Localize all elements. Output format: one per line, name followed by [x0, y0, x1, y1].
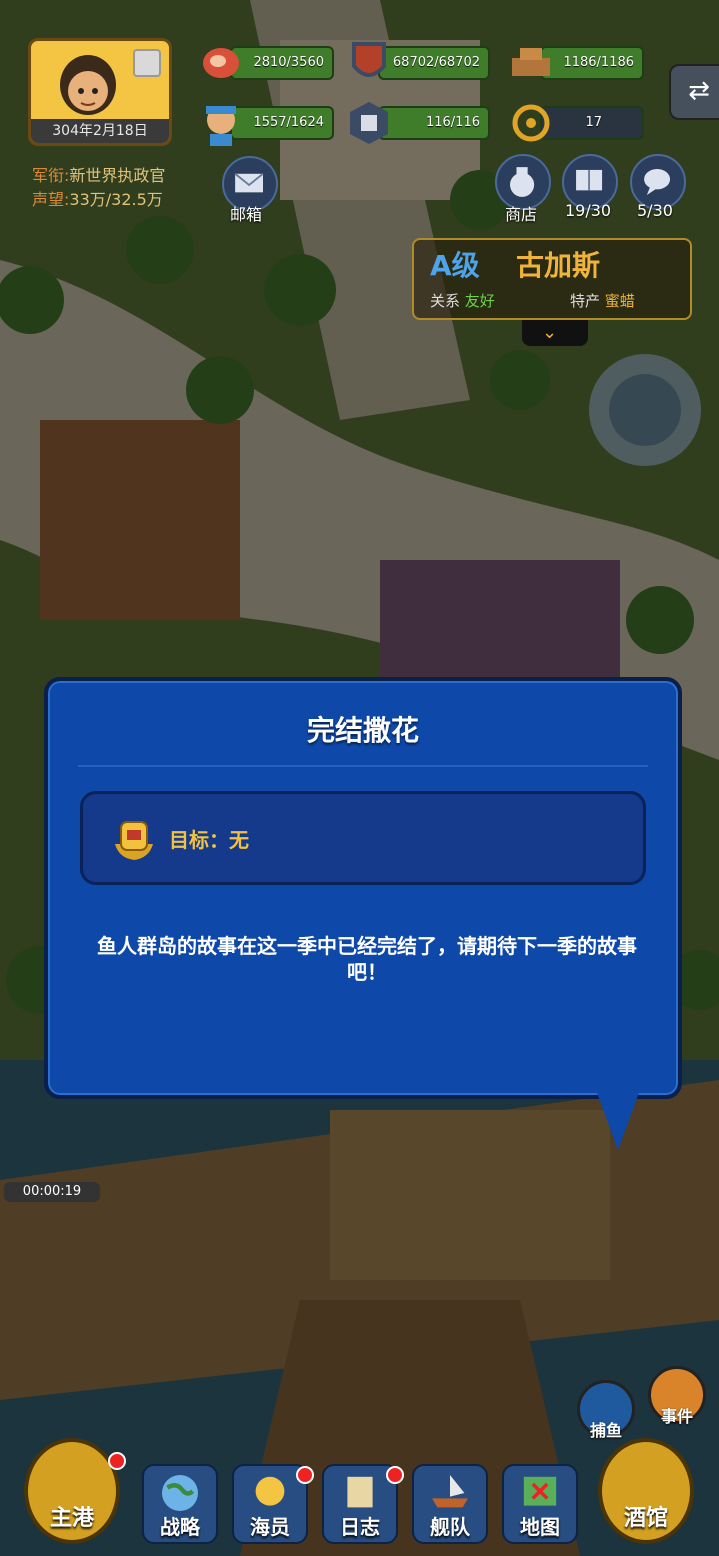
rank-line: 军衔:新世界执政官	[32, 162, 165, 186]
relation-value: 友好	[464, 292, 495, 310]
home-port-label: 主港	[49, 1506, 94, 1531]
tavern-label: 酒馆	[623, 1506, 668, 1531]
product-value: 蜜蜡	[604, 292, 635, 310]
fame-line: 声望:33万/32.5万	[32, 186, 163, 210]
shop-label: 商店	[505, 205, 538, 224]
power-value: 116/116	[425, 115, 480, 130]
events-button[interactable]: 事件	[648, 1366, 706, 1426]
meat-icon	[203, 48, 239, 78]
fame-label: 声望:	[32, 190, 70, 209]
game-date: 304年2月18日	[31, 119, 169, 143]
strategy-button[interactable]: 战略	[142, 1464, 218, 1544]
shield-resource[interactable]: 68702/68702	[352, 42, 490, 80]
chevron-down-icon: ⌄	[542, 322, 558, 343]
map-button[interactable]: 地图	[502, 1464, 578, 1544]
relation-label: 关系	[430, 292, 461, 310]
swap-button[interactable]: ⇄	[669, 64, 719, 120]
product-label: 特产	[570, 292, 601, 310]
log-label: 日志	[340, 1515, 380, 1539]
rank-label: 军衔:	[32, 166, 70, 185]
town-info-panel[interactable]: A级 古加斯 关系 友好 特产 蜜蜡	[412, 238, 692, 320]
goal-badge-icon	[115, 821, 153, 860]
rank-value: 新世界执政官	[69, 166, 166, 185]
crew-alert-dot	[296, 1466, 314, 1484]
meat-resource[interactable]: 2810/3560	[203, 46, 334, 80]
ship-wheel-icon	[512, 104, 550, 142]
town-product: 特产 蜜蜡	[570, 290, 635, 311]
dialog-pointer	[596, 1090, 640, 1150]
strategy-label: 战略	[160, 1515, 200, 1539]
player-avatar[interactable]: 304年2月18日	[28, 38, 172, 146]
crew-value: 1557/1624	[253, 115, 324, 130]
crew-label: 海员	[250, 1515, 290, 1539]
chat-count: 5/30	[637, 201, 673, 220]
season-end-dialog: 完结撒花 目标：无 鱼人群岛的故事在这一季中已经完结了，请期待下一季的故事吧！	[44, 677, 682, 1099]
wood-value: 1186/1186	[563, 55, 634, 70]
goal-box: 目标：无	[80, 791, 646, 885]
title-divider	[78, 765, 648, 767]
ship-timer: 00:00:19	[4, 1182, 100, 1202]
shield-icon	[352, 42, 386, 77]
helm-value: 17	[585, 115, 602, 130]
tavern-button[interactable]: 酒馆	[598, 1438, 694, 1544]
fleet-label: 舰队	[430, 1515, 470, 1539]
fishing-label: 捕鱼	[589, 1421, 622, 1440]
map-label: 地图	[520, 1515, 560, 1539]
mail-label: 邮箱	[230, 205, 263, 224]
quest-count: 19/30	[565, 201, 612, 220]
shield-value: 68702/68702	[392, 55, 480, 70]
wood-resource[interactable]: 1186/1186	[512, 46, 644, 80]
fleet-button[interactable]: 舰队	[412, 1464, 488, 1544]
events-label: 事件	[660, 1407, 693, 1426]
town-relation: 关系 友好	[430, 290, 495, 311]
fishing-button[interactable]: 捕鱼	[577, 1380, 635, 1440]
helm-resource[interactable]: 17	[512, 104, 644, 142]
home-port-button[interactable]: 主港	[24, 1438, 120, 1544]
dialog-message: 鱼人群岛的故事在这一季中已经完结了，请期待下一季的故事吧！	[97, 934, 637, 984]
town-name: 古加斯	[516, 249, 601, 282]
captain-portrait-icon	[60, 55, 116, 115]
goal-text: 目标：无	[169, 828, 249, 852]
crew-resource[interactable]: 1557/1624	[206, 106, 334, 146]
town-grade: A级	[430, 249, 480, 282]
meat-value: 2810/3560	[253, 55, 324, 70]
sailor-icon	[206, 106, 236, 146]
expand-town-button[interactable]: ⌄	[522, 320, 588, 346]
power-resource[interactable]: 116/116	[350, 102, 490, 144]
fist-badge-icon	[350, 102, 388, 144]
dialog-title: 完结撒花	[306, 714, 419, 747]
wood-icon	[512, 48, 550, 76]
rank-icon	[133, 49, 161, 77]
fame-value: 33万/32.5万	[69, 190, 163, 209]
home-alert-dot	[108, 1452, 126, 1470]
log-alert-dot	[386, 1466, 404, 1484]
